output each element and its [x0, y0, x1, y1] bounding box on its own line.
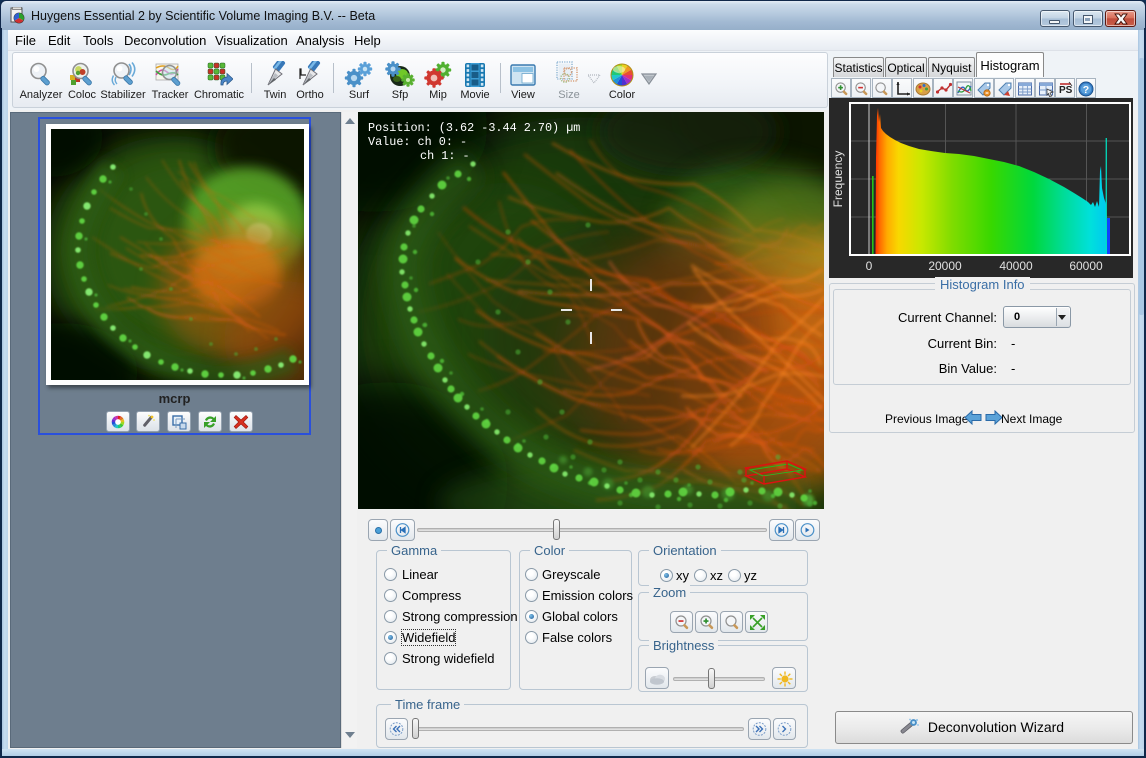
svg-text:PS: PS	[1059, 85, 1073, 96]
svg-text:0: 0	[866, 259, 873, 273]
svg-text:Position: (3.62 -3.44 2.70) µm: Position: (3.62 -3.44 2.70) µm	[368, 121, 580, 135]
svg-text:ch 1: -: ch 1: -	[420, 149, 470, 163]
svg-text:40000: 40000	[999, 259, 1033, 273]
svg-text:Frequency: Frequency	[831, 151, 845, 208]
svg-text:Value: ch 0: -: Value: ch 0: -	[368, 135, 467, 149]
svg-text:20000: 20000	[928, 259, 962, 273]
svg-text:60000: 60000	[1069, 259, 1103, 273]
svg-text:?: ?	[1083, 84, 1089, 96]
